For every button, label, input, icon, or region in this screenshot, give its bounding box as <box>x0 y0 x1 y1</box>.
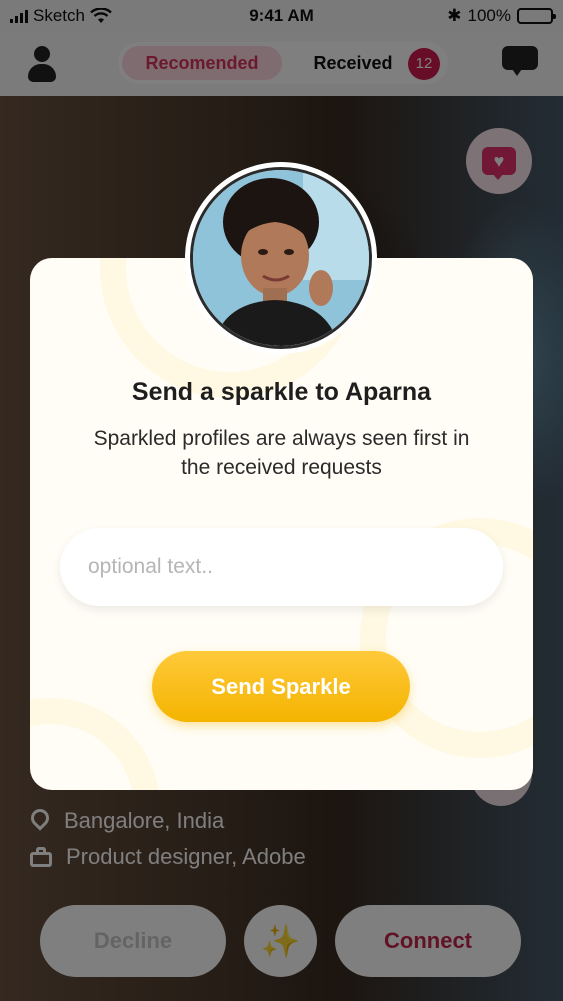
avatar-photo <box>190 167 372 349</box>
modal-title: Send a sparkle to Aparna <box>131 378 432 406</box>
modal-subtitle: Sparkled profiles are always seen first … <box>93 427 470 479</box>
optional-text-input[interactable] <box>60 528 503 606</box>
decorative-glow <box>30 698 160 790</box>
send-sparkle-button[interactable]: Send Sparkle <box>152 651 410 722</box>
avatar <box>185 162 377 354</box>
